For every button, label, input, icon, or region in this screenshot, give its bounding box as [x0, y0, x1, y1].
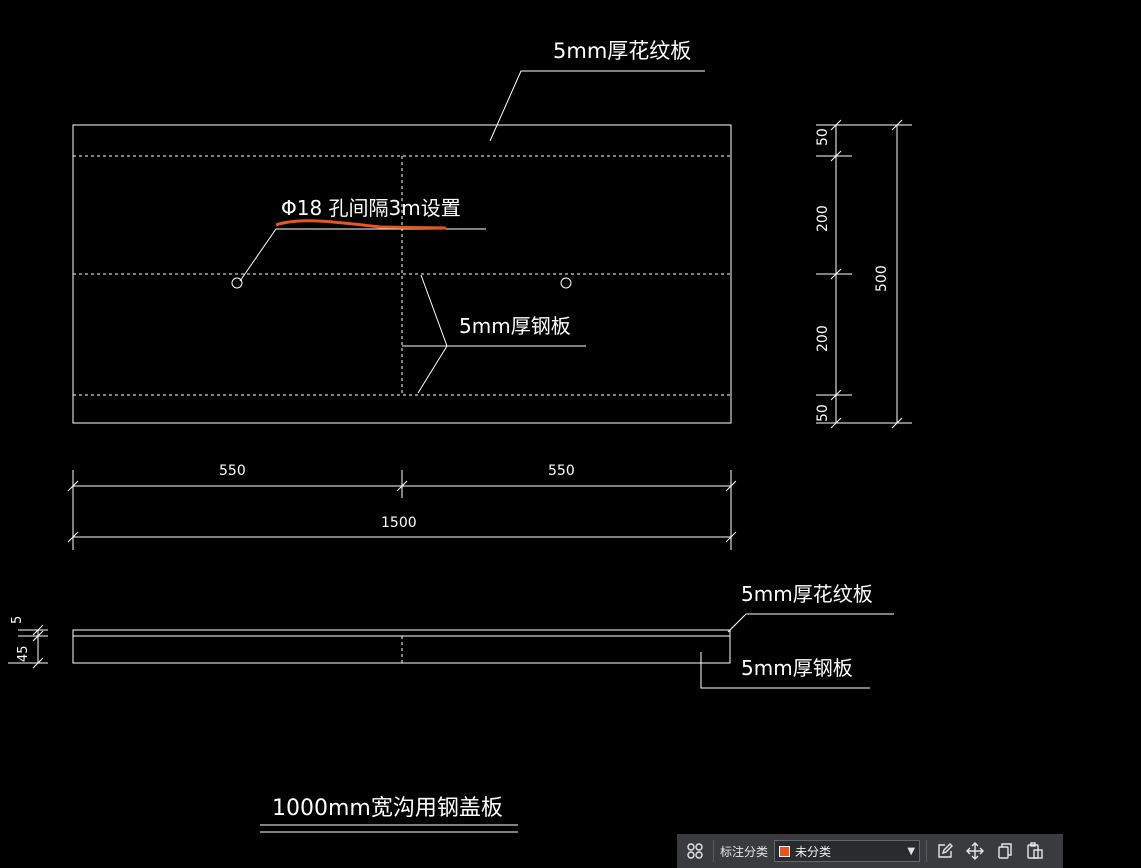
section-label-steel-plate: 5mm厚钢板: [741, 656, 853, 680]
dim-200-b: 200: [815, 325, 831, 352]
chevron-down-icon: ▼: [907, 845, 916, 857]
category-color-swatch: [779, 845, 791, 857]
grid-icon[interactable]: [683, 839, 707, 863]
label-steel-plate: 5mm厚钢板: [459, 314, 571, 338]
dim-1500: 1500: [381, 515, 417, 531]
paste-icon[interactable]: [1023, 839, 1047, 863]
toolbar-divider: [713, 840, 714, 862]
hole-right: [560, 277, 572, 289]
dim-45: 45: [16, 645, 31, 662]
toolbar-divider: [926, 840, 928, 862]
section-label-top-plate: 5mm厚花纹板: [741, 582, 873, 606]
annotation-category-label: 标注分类: [720, 844, 769, 859]
leader-steel-plate-b: [417, 345, 448, 394]
dim-bottom-50: 50: [815, 404, 831, 422]
drawing-title: 1000mm宽沟用钢盖板: [272, 796, 503, 821]
vertical-dimensions: [816, 119, 912, 429]
plan-view: [72, 70, 732, 424]
copy-icon[interactable]: [993, 839, 1017, 863]
category-select[interactable]: 未分类 ▼: [774, 840, 921, 862]
category-select-value: 未分类: [795, 844, 832, 859]
dim-top-50: 50: [815, 128, 831, 146]
leader-hole: [239, 228, 486, 282]
hole-note-highlight: [275, 219, 447, 230]
leader-section-top-plate: [727, 613, 894, 633]
leader-top-plate: [489, 70, 705, 142]
move-icon[interactable]: [963, 839, 987, 863]
label-hole: Φ18 孔间隔3m设置: [281, 196, 461, 220]
label-top-plate: 5mm厚花纹板: [553, 39, 691, 63]
dim-5: 5: [10, 616, 25, 624]
dim-550-right: 550: [548, 463, 575, 479]
dim-550-left: 550: [219, 463, 246, 479]
cad-drawing-canvas[interactable]: 5mm厚花纹板 Φ18 孔间隔3m设置 5mm厚钢板 50 200 200 50…: [0, 0, 1141, 868]
dim-500: 500: [874, 265, 890, 292]
edit-icon[interactable]: [933, 839, 957, 863]
annotation-toolbar: 标注分类 未分类 ▼: [677, 834, 1063, 868]
horizontal-dimensions: [67, 470, 737, 550]
section-top-plate: [72, 629, 731, 637]
dim-200-a: 200: [815, 205, 831, 232]
